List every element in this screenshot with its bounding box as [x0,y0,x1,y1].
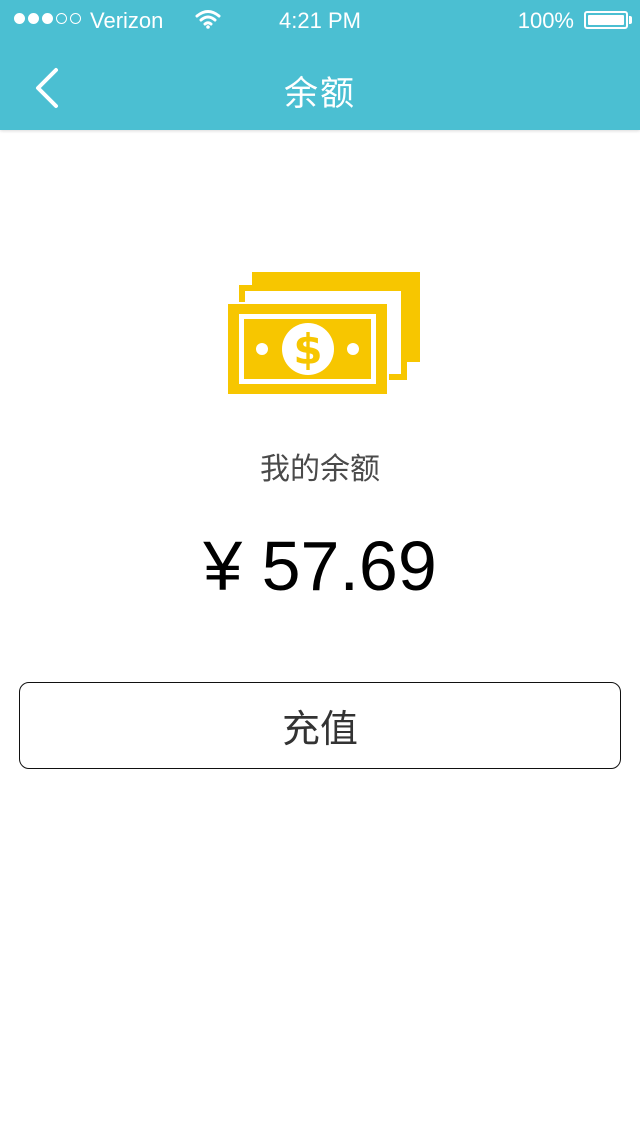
recharge-button[interactable]: 充值 [19,682,621,769]
recharge-button-label: 充值 [281,707,358,751]
top-bar: Verizon 4:21 PM 100% 余额 [0,0,640,130]
status-bar: Verizon 4:21 PM 100% [0,0,640,40]
svg-text:$: $ [293,325,322,374]
balance-label: 我的余额 [260,452,380,487]
page-title: 余额 [284,74,356,114]
money-stack-icon: $ [226,272,420,396]
balance-amount: ¥ 57.69 [203,527,437,605]
navigation-bar: 余额 [0,40,640,130]
battery-icon [584,11,628,29]
battery-tip [629,16,632,24]
battery-percent: 100% [517,8,574,33]
